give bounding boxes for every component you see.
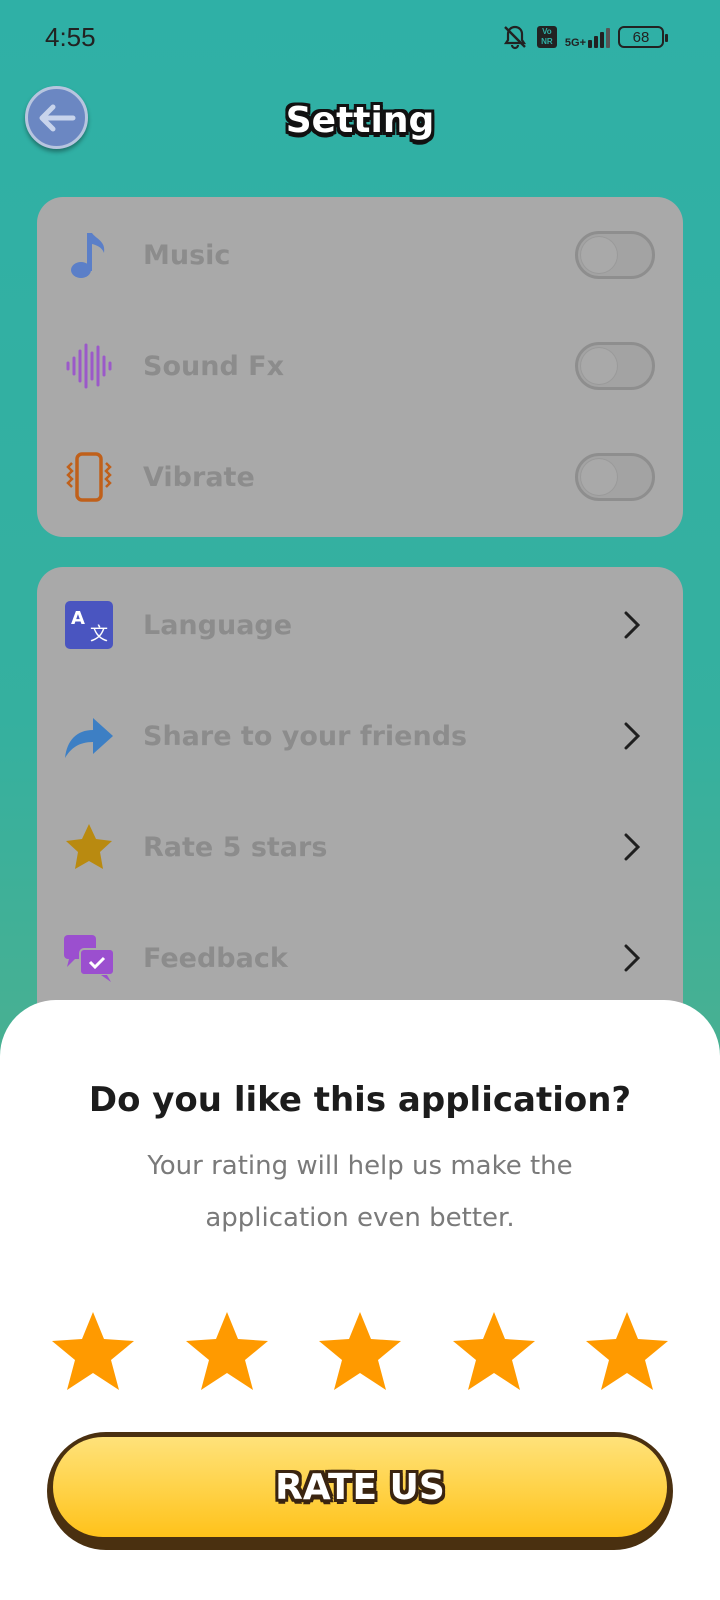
status-bar: 4:55 Vo NR 5G+ 68 bbox=[0, 0, 720, 80]
svg-text:A: A bbox=[71, 608, 85, 629]
music-note-icon bbox=[63, 229, 115, 281]
rating-bottom-sheet: Do you like this application? Your ratin… bbox=[0, 1000, 720, 1600]
setting-row-sound-fx[interactable]: Sound Fx bbox=[37, 316, 683, 416]
setting-label-feedback: Feedback bbox=[143, 942, 288, 974]
setting-label-share: Share to your friends bbox=[143, 720, 468, 752]
rate-us-button-face[interactable]: RATE US bbox=[53, 1437, 667, 1537]
bell-muted-icon bbox=[503, 25, 526, 50]
page-title: Setting bbox=[285, 100, 435, 141]
star-3-icon[interactable] bbox=[317, 1310, 403, 1394]
volte-icon: Vo NR bbox=[536, 26, 557, 48]
rate-us-button[interactable]: RATE US bbox=[47, 1432, 673, 1550]
star-5-icon[interactable] bbox=[584, 1310, 670, 1394]
chevron-right-icon bbox=[619, 938, 645, 978]
share-arrow-icon bbox=[63, 710, 115, 762]
status-icons: Vo NR 5G+ 68 bbox=[501, 22, 668, 52]
rating-title: Do you like this application? bbox=[88, 1080, 632, 1120]
status-time: 4:55 bbox=[45, 22, 96, 52]
link-settings-card: A 文 Language Share to your friends Rate … bbox=[37, 567, 683, 1037]
setting-row-language[interactable]: A 文 Language bbox=[37, 575, 683, 675]
star-1-icon[interactable] bbox=[50, 1310, 136, 1394]
svg-text:文: 文 bbox=[90, 624, 108, 645]
vibrate-toggle[interactable] bbox=[575, 453, 655, 501]
star-rating[interactable] bbox=[50, 1310, 670, 1394]
network-type: 5G+ bbox=[564, 37, 586, 49]
setting-label-language: Language bbox=[143, 609, 293, 641]
vibrate-phone-icon bbox=[63, 451, 115, 503]
setting-row-vibrate[interactable]: Vibrate bbox=[37, 427, 683, 527]
sound-wave-icon bbox=[63, 340, 115, 392]
setting-row-feedback[interactable]: Feedback bbox=[37, 908, 683, 1008]
rate-us-label: RATE US bbox=[275, 1466, 445, 1508]
battery-icon: 68 bbox=[618, 26, 668, 48]
chat-bubbles-icon bbox=[63, 932, 115, 984]
chevron-right-icon bbox=[619, 827, 645, 867]
signal-icon bbox=[588, 26, 610, 48]
chevron-right-icon bbox=[619, 605, 645, 645]
star-2-icon[interactable] bbox=[184, 1310, 270, 1394]
setting-label-rate: Rate 5 stars bbox=[143, 831, 328, 863]
star-4-icon[interactable] bbox=[451, 1310, 537, 1394]
rating-description: Your rating will help us make the applic… bbox=[147, 1151, 573, 1233]
setting-row-share[interactable]: Share to your friends bbox=[37, 686, 683, 786]
star-icon bbox=[63, 821, 115, 873]
setting-row-music[interactable]: Music bbox=[37, 205, 683, 305]
music-toggle[interactable] bbox=[575, 231, 655, 279]
setting-label-sound-fx: Sound Fx bbox=[143, 350, 285, 382]
setting-row-rate[interactable]: Rate 5 stars bbox=[37, 797, 683, 897]
signal-group: 5G+ bbox=[564, 26, 610, 49]
toggle-settings-card: Music Sound Fx Vibrate bbox=[37, 197, 683, 537]
battery-level: 68 bbox=[632, 28, 650, 46]
sound-fx-toggle[interactable] bbox=[575, 342, 655, 390]
setting-label-music: Music bbox=[143, 239, 231, 271]
chevron-right-icon bbox=[619, 716, 645, 756]
setting-label-vibrate: Vibrate bbox=[143, 461, 255, 493]
language-icon: A 文 bbox=[63, 599, 115, 651]
